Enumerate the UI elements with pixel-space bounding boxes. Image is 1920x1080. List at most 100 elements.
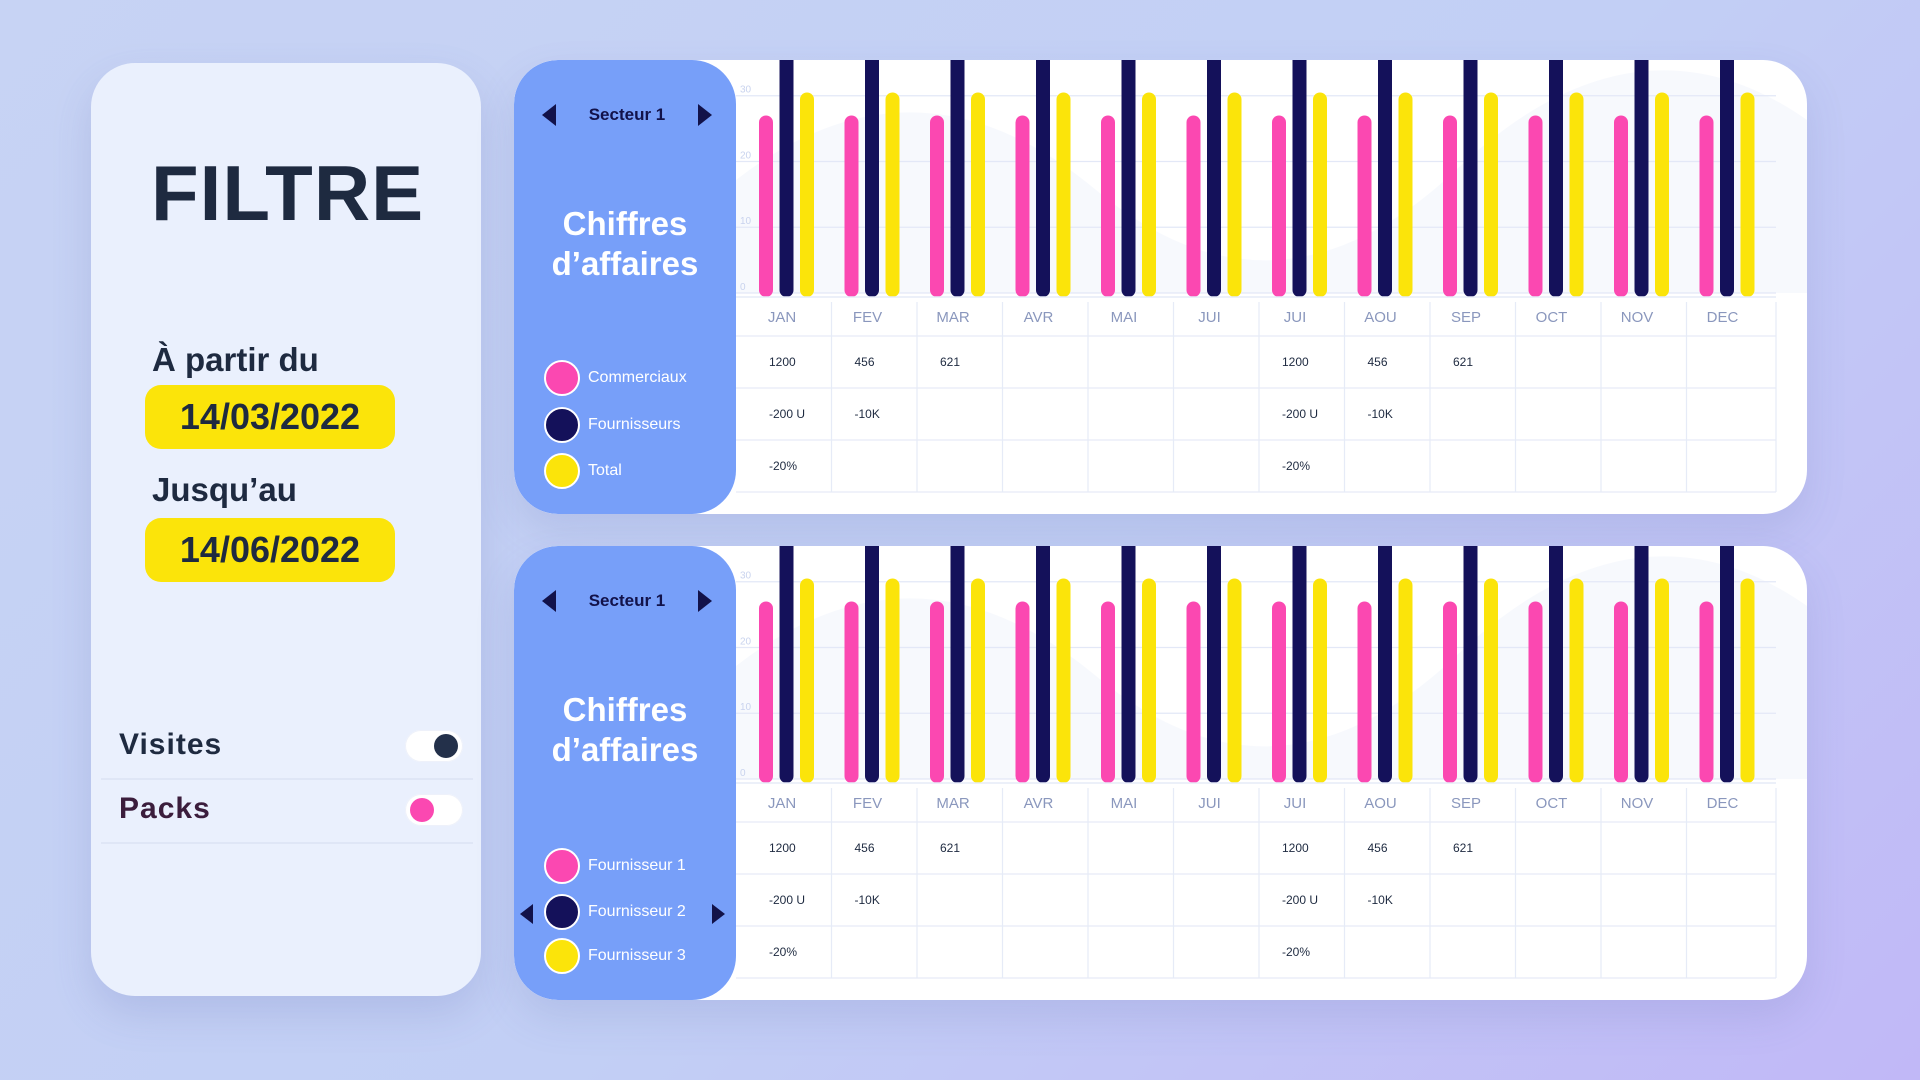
- table-cell: 456: [855, 841, 875, 855]
- bar-fournisseur-1: [1528, 601, 1543, 783]
- bar-fournisseurs: [1207, 60, 1221, 297]
- next-sector-arrow-icon[interactable]: [698, 590, 712, 612]
- bar-fournisseur-3: [1398, 578, 1413, 783]
- bar-commerciaux: [1357, 115, 1372, 297]
- chart-card-1: Secteur 1 Chiffres d’affaires Commerciau…: [514, 60, 1807, 514]
- toggle-row-packs: Packs: [101, 780, 473, 844]
- x-tick-label: SEP: [1451, 795, 1481, 812]
- next-legend-arrow-icon[interactable]: [712, 904, 725, 924]
- bar-fournisseur-3: [1142, 578, 1156, 783]
- table-cell: 621: [1453, 355, 1473, 369]
- visites-toggle[interactable]: [405, 730, 463, 762]
- bar-commerciaux: [844, 115, 859, 297]
- chart-side-panel: Secteur 1 Chiffres d’affaires Fournisseu…: [514, 546, 736, 1000]
- bar-total: [971, 92, 985, 297]
- sector-label: Secteur 1: [588, 591, 666, 610]
- bar-fournisseur-2: [1549, 546, 1563, 783]
- bar-fournisseur-2: [950, 546, 965, 783]
- legend-label: Commerciaux: [588, 369, 687, 386]
- x-tick-label: AVR: [1024, 309, 1054, 326]
- bar-total: [885, 92, 900, 297]
- x-tick-label: FEV: [853, 309, 882, 326]
- legend-swatch: [544, 938, 580, 974]
- bar-total: [1056, 92, 1071, 297]
- bar-fournisseur-3: [1569, 578, 1584, 783]
- x-tick-label: JUI: [1284, 309, 1307, 326]
- x-tick-label: MAR: [936, 795, 970, 812]
- bar-chart: 0 10 20 30 JAN FEV MAR AVR MAI JUI JUI AOU SEP OCT NOV…: [736, 60, 1807, 493]
- bar-fournisseur-3: [885, 578, 900, 783]
- filter-title: FILTRE: [151, 149, 425, 237]
- bar-fournisseurs: [1036, 60, 1050, 297]
- bar-total: [1398, 92, 1413, 297]
- bar-total: [800, 92, 814, 297]
- bar-fournisseur-2: [1036, 546, 1050, 783]
- bar-chart: 0 10 20 30 JAN FEV MAR AVR MAI JUI JUI AOU SEP OCT NOV…: [736, 546, 1807, 979]
- bar-fournisseur-1: [1699, 601, 1714, 783]
- bar-fournisseur-1: [1101, 601, 1115, 783]
- to-date-label: Jusqu’au: [152, 471, 297, 508]
- x-tick-label: MAI: [1111, 795, 1138, 812]
- legend-item[interactable]: Total: [544, 453, 734, 489]
- y-tick-label: 0: [740, 768, 746, 779]
- legend-item[interactable]: Fournisseurs: [544, 407, 734, 443]
- sector-label: Secteur 1: [588, 105, 666, 124]
- bar-total: [1655, 92, 1669, 297]
- x-tick-label: DEC: [1707, 309, 1739, 326]
- bar-fournisseurs: [1463, 60, 1478, 297]
- x-tick-label: JUI: [1198, 309, 1221, 326]
- next-sector-arrow-icon[interactable]: [698, 104, 712, 126]
- bar-fournisseur-1: [1272, 601, 1286, 783]
- table-cell: -200 U: [769, 893, 805, 907]
- toggle-label-packs: Packs: [119, 792, 211, 825]
- legend-item[interactable]: Fournisseur 1: [544, 848, 734, 884]
- bar-fournisseurs: [1121, 60, 1136, 297]
- packs-toggle[interactable]: [405, 794, 463, 826]
- bar-fournisseur-2: [1634, 546, 1649, 783]
- card-title-line-1: Chiffres: [562, 691, 688, 728]
- bar-fournisseurs: [779, 60, 794, 297]
- table-cell: -20%: [769, 945, 797, 959]
- legend-item[interactable]: Fournisseur 2: [544, 894, 734, 930]
- x-tick-label: MAR: [936, 309, 970, 326]
- bar-fournisseur-2: [865, 546, 879, 783]
- card-title-line-1: Chiffres: [562, 205, 688, 242]
- legend-label: Fournisseur 3: [588, 947, 686, 964]
- legend-item[interactable]: Commerciaux: [544, 360, 734, 396]
- bar-fournisseur-3: [1227, 578, 1242, 783]
- legend-label: Fournisseur 1: [588, 857, 686, 874]
- table-cell: -20%: [1282, 459, 1310, 473]
- from-date-field[interactable]: 14/03/2022: [145, 385, 395, 449]
- x-tick-label: JUI: [1198, 795, 1221, 812]
- bar-fournisseur-1: [1443, 601, 1457, 783]
- bar-fournisseur-1: [1357, 601, 1372, 783]
- bar-fournisseur-1: [930, 601, 944, 783]
- y-tick-label: 20: [740, 636, 752, 647]
- table-cell: -10K: [1368, 407, 1393, 421]
- to-date-field[interactable]: 14/06/2022: [145, 518, 395, 582]
- bar-commerciaux: [1186, 115, 1201, 297]
- bar-commerciaux: [1528, 115, 1543, 297]
- legend-swatch: [544, 453, 580, 489]
- bar-fournisseur-3: [971, 578, 985, 783]
- x-tick-label: AOU: [1364, 309, 1397, 326]
- table-cell: -10K: [855, 893, 880, 907]
- toggle-knob: [434, 734, 458, 758]
- bar-fournisseurs: [865, 60, 879, 297]
- bar-fournisseur-3: [1056, 578, 1071, 783]
- bar-commerciaux: [1443, 115, 1457, 297]
- x-tick-label: FEV: [853, 795, 882, 812]
- bar-fournisseur-2: [1378, 546, 1392, 783]
- bar-fournisseur-1: [1614, 601, 1628, 783]
- x-tick-label: OCT: [1536, 309, 1568, 326]
- table-cell: -20%: [769, 459, 797, 473]
- toggle-row-visites: Visites: [101, 716, 473, 780]
- x-tick-label: SEP: [1451, 309, 1481, 326]
- table-cell: 456: [1368, 841, 1388, 855]
- bar-fournisseur-2: [1463, 546, 1478, 783]
- legend-item[interactable]: Fournisseur 3: [544, 938, 734, 974]
- bar-commerciaux: [759, 115, 773, 297]
- prev-legend-arrow-icon[interactable]: [520, 904, 533, 924]
- bar-fournisseurs: [1378, 60, 1392, 297]
- bar-fournisseur-2: [1720, 546, 1734, 783]
